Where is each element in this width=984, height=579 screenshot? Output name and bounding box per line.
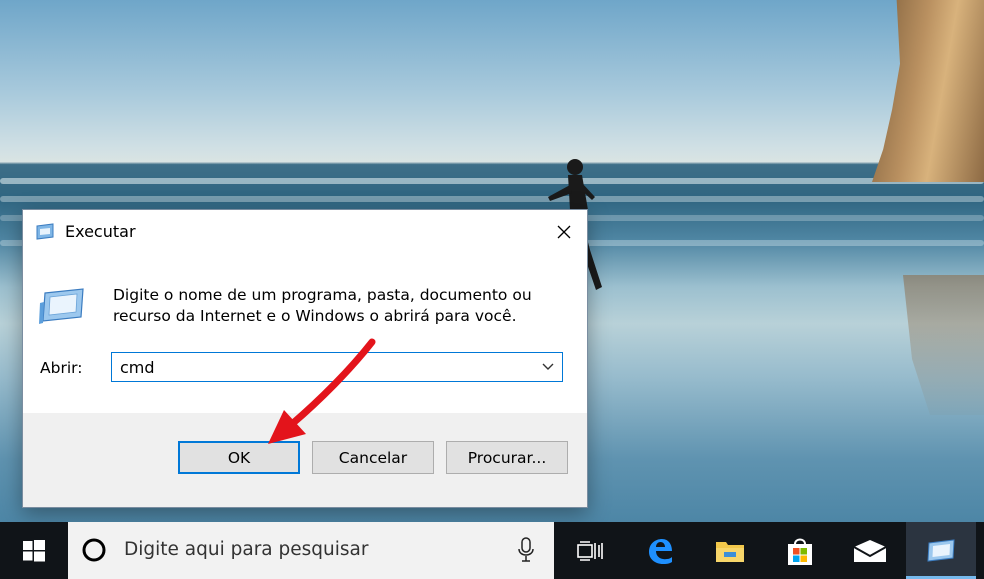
run-program-icon — [39, 288, 84, 324]
windows-start-icon — [23, 539, 45, 561]
cliff-reflection — [903, 275, 984, 415]
cortana-icon — [82, 538, 106, 562]
file-explorer-button[interactable] — [698, 522, 762, 579]
edge-icon — [649, 538, 672, 564]
cliff-rock — [872, 0, 984, 182]
annotation-arrow-icon — [268, 338, 376, 444]
browse-button[interactable]: Procurar... — [446, 441, 568, 474]
close-icon — [557, 225, 571, 238]
open-label: Abrir: — [40, 359, 83, 377]
store-icon — [788, 538, 812, 565]
start-button[interactable] — [0, 522, 68, 579]
chevron-down-icon — [542, 363, 554, 370]
microphone-icon[interactable] — [518, 537, 534, 563]
command-value[interactable]: cmd — [120, 358, 155, 377]
dialog-description: Digite o nome de um programa, pasta, doc… — [113, 286, 532, 325]
wave — [0, 178, 984, 184]
run-icon — [927, 538, 955, 562]
store-button[interactable] — [768, 522, 832, 579]
mail-icon — [853, 539, 887, 562]
task-view-button[interactable] — [558, 522, 622, 579]
edge-button[interactable] — [628, 522, 692, 579]
dialog-titlebar[interactable]: Executar — [23, 210, 587, 253]
mail-button[interactable] — [838, 522, 902, 579]
task-view-icon — [577, 540, 603, 561]
run-taskbar-button[interactable] — [906, 522, 976, 579]
dropdown-button[interactable] — [538, 357, 558, 377]
search-placeholder: Digite aqui para pesquisar — [124, 539, 369, 560]
taskbar: Digite aqui para pesquisar — [0, 522, 984, 579]
taskbar-search-box[interactable]: Digite aqui para pesquisar — [68, 522, 554, 579]
wave — [0, 196, 984, 202]
close-button[interactable] — [541, 210, 587, 253]
file-explorer-icon — [716, 541, 744, 562]
run-icon — [36, 223, 54, 240]
dialog-title: Executar — [65, 222, 136, 241]
